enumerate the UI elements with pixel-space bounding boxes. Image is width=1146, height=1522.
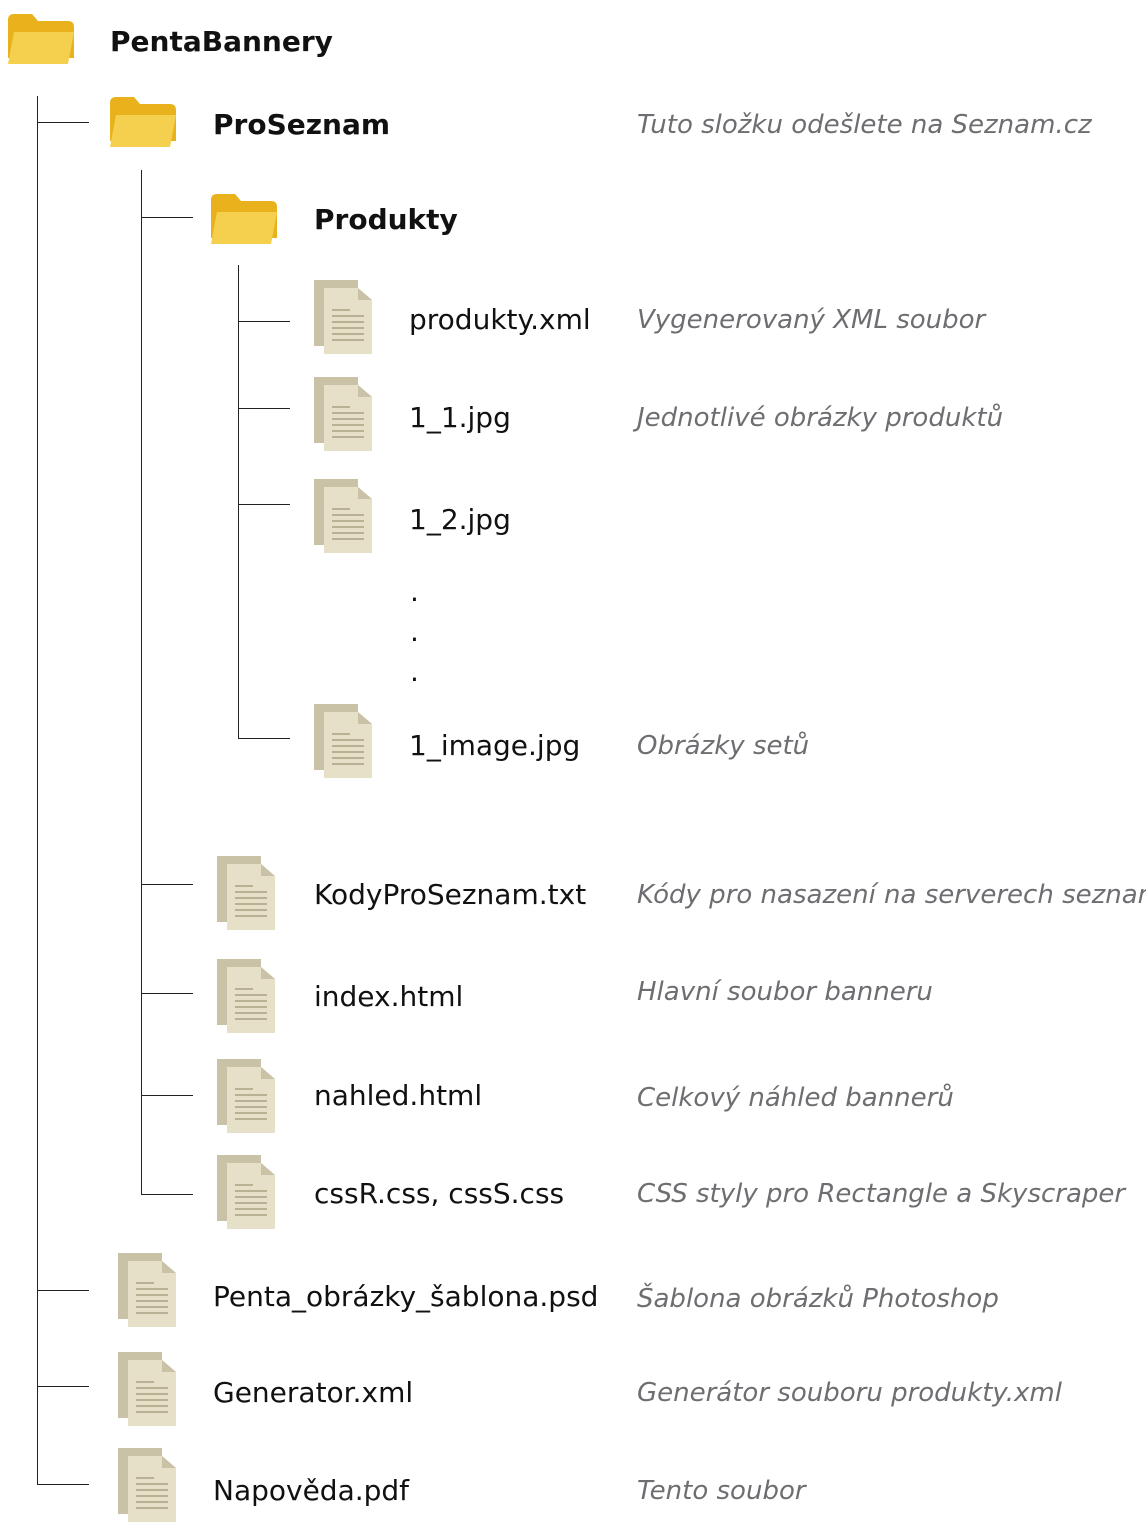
file-name[interactable]: 1_2.jpg bbox=[409, 503, 511, 537]
folder-icon[interactable] bbox=[110, 97, 176, 147]
file-name[interactable]: nahled.html bbox=[314, 1079, 482, 1113]
file-note: Kódy pro nasazení na serverech seznam bbox=[637, 880, 1146, 910]
file-note: Generátor souboru produkty.xml bbox=[637, 1378, 1062, 1408]
file-name[interactable]: 1_image.jpg bbox=[409, 729, 580, 763]
tree-line-proseznam bbox=[141, 170, 142, 1194]
document-icon[interactable] bbox=[118, 1448, 176, 1522]
branch-1-1-jpg bbox=[238, 408, 290, 409]
document-icon[interactable] bbox=[118, 1253, 176, 1327]
file-note: Šablona obrázků Photoshop bbox=[637, 1284, 999, 1314]
branch-napoveda-pdf bbox=[37, 1484, 89, 1485]
document-icon[interactable] bbox=[217, 1059, 275, 1133]
ellipsis-dot: . bbox=[410, 575, 419, 608]
file-name[interactable]: produkty.xml bbox=[409, 303, 591, 337]
branch-produkty-xml bbox=[238, 321, 290, 322]
branch-psd-template bbox=[37, 1290, 89, 1291]
document-icon[interactable] bbox=[217, 959, 275, 1033]
folder-name-produkty[interactable]: Produkty bbox=[314, 203, 458, 237]
file-note: Hlavní soubor banneru bbox=[637, 977, 933, 1007]
file-note: Celkový náhled bannerů bbox=[637, 1083, 954, 1113]
file-note: Tento soubor bbox=[637, 1476, 806, 1506]
ellipsis-dot: . bbox=[410, 655, 419, 688]
document-icon[interactable] bbox=[314, 479, 372, 553]
branch-produkty bbox=[141, 217, 193, 218]
branch-nahled-html bbox=[141, 1095, 193, 1096]
branch-proseznam bbox=[37, 122, 89, 123]
document-icon[interactable] bbox=[217, 1155, 275, 1229]
file-note: CSS styly pro Rectangle a Skyscraper bbox=[637, 1179, 1126, 1209]
folder-icon[interactable] bbox=[8, 14, 74, 64]
folder-tree-diagram: PentaBannery ProSeznam Tuto složku odešl… bbox=[0, 0, 1146, 1522]
document-icon[interactable] bbox=[314, 377, 372, 451]
file-name[interactable]: Napověda.pdf bbox=[213, 1474, 409, 1508]
file-name[interactable]: Penta_obrázky_šablona.psd bbox=[213, 1280, 598, 1314]
branch-kodyproseznam bbox=[141, 884, 193, 885]
document-icon[interactable] bbox=[217, 856, 275, 930]
file-name[interactable]: KodyProSeznam.txt bbox=[314, 878, 586, 912]
file-note: Jednotlivé obrázky produktů bbox=[637, 403, 1004, 433]
document-icon[interactable] bbox=[314, 280, 372, 354]
branch-css-files bbox=[141, 1194, 193, 1195]
file-name[interactable]: index.html bbox=[314, 980, 463, 1014]
file-name[interactable]: 1_1.jpg bbox=[409, 401, 511, 435]
folder-name-pentabannery[interactable]: PentaBannery bbox=[110, 25, 333, 59]
file-name[interactable]: Generator.xml bbox=[213, 1376, 413, 1410]
folder-note-proseznam: Tuto složku odešlete na Seznam.cz bbox=[637, 110, 1092, 140]
document-icon[interactable] bbox=[118, 1352, 176, 1426]
branch-1-image-jpg bbox=[238, 738, 290, 739]
tree-line-root bbox=[37, 96, 38, 1484]
folder-name-proseznam[interactable]: ProSeznam bbox=[213, 108, 390, 142]
tree-line-produkty bbox=[238, 265, 239, 738]
file-name[interactable]: cssR.css, cssS.css bbox=[314, 1177, 564, 1211]
folder-icon[interactable] bbox=[211, 194, 277, 244]
document-icon[interactable] bbox=[314, 704, 372, 778]
branch-1-2-jpg bbox=[238, 504, 290, 505]
ellipsis-dot: . bbox=[410, 615, 419, 648]
branch-index-html bbox=[141, 993, 193, 994]
file-note: Obrázky setů bbox=[637, 731, 810, 761]
file-note: Vygenerovaný XML soubor bbox=[637, 305, 986, 335]
branch-generator-xml bbox=[37, 1386, 89, 1387]
